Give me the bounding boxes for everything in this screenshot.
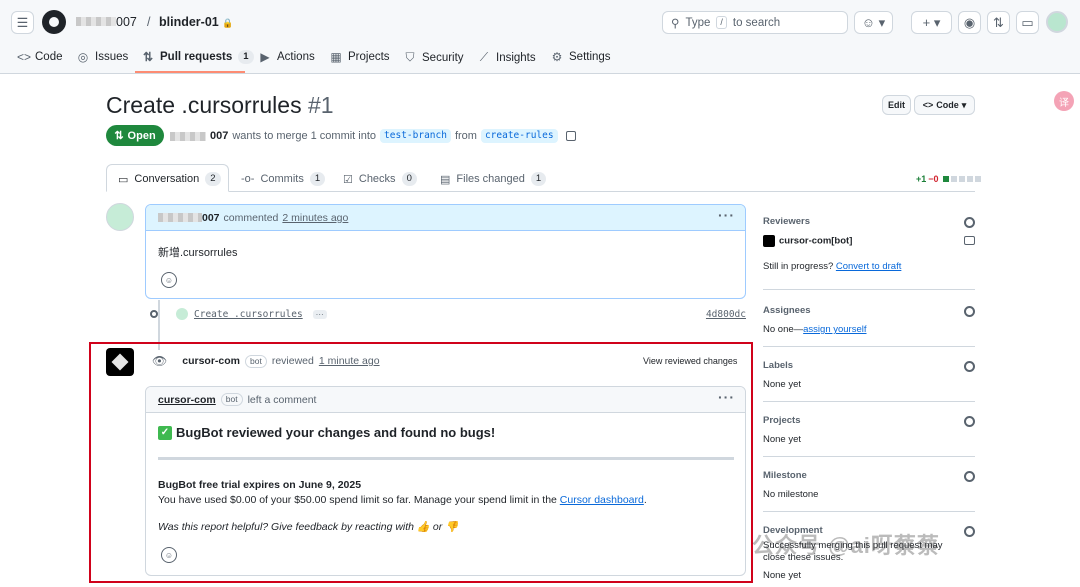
tab-issues[interactable]: ◎ Issues bbox=[77, 50, 129, 64]
convert-to-draft-link[interactable]: Convert to draft bbox=[836, 261, 901, 272]
sidebar-assignees: Assignees No one—assign yourself bbox=[763, 305, 975, 347]
commit-icon bbox=[150, 310, 158, 318]
pull-request-icon: ⇅ bbox=[142, 50, 154, 64]
issue-icon: ◉ bbox=[963, 14, 976, 30]
tab-conversation-label[interactable]: ▭ Conversation 2 bbox=[118, 172, 221, 186]
avatar[interactable] bbox=[106, 203, 134, 231]
code-icon: <> bbox=[922, 100, 934, 110]
edit-button[interactable]: Edit bbox=[882, 95, 911, 115]
author-redacted bbox=[158, 213, 202, 222]
reviewer-item[interactable]: cursor-com[bot] bbox=[763, 235, 975, 247]
gear-icon[interactable] bbox=[964, 471, 975, 482]
gear-icon[interactable] bbox=[964, 416, 975, 427]
top-header: ☰ 007 / blinder-01 🔒 ⚲ Type / to search … bbox=[0, 0, 1080, 74]
tab-actions[interactable]: ▶ Actions bbox=[259, 50, 314, 64]
breadcrumb-separator: / bbox=[147, 15, 151, 29]
file-diff-icon: ▤ bbox=[440, 173, 451, 186]
cursor-logo-icon bbox=[763, 235, 775, 247]
head-branch[interactable]: create-rules bbox=[480, 129, 558, 143]
sidebar-milestone: Milestone No milestone bbox=[763, 470, 975, 512]
repo-name[interactable]: blinder-01 🔒 bbox=[159, 15, 233, 29]
issues-button[interactable]: ◉ bbox=[958, 11, 981, 34]
pull-requests-button[interactable]: ⇅ bbox=[987, 11, 1010, 34]
sidebar-projects: Projects None yet bbox=[763, 415, 975, 457]
tab-insights[interactable]: ⟋ Insights bbox=[478, 50, 536, 65]
play-icon: ▶ bbox=[260, 50, 270, 64]
pull-request-icon: ⇅ bbox=[993, 14, 1004, 30]
repo-owner[interactable]: 007 bbox=[76, 15, 137, 29]
commit-icon: -o- bbox=[241, 173, 255, 185]
github-logo-icon[interactable] bbox=[42, 10, 66, 34]
search-input[interactable]: ⚲ Type / to search bbox=[662, 11, 848, 34]
create-new-button[interactable]: + ▾ bbox=[911, 11, 952, 34]
tab-security[interactable]: ⛉ Security bbox=[404, 50, 463, 65]
assign-yourself-link[interactable]: assign yourself bbox=[803, 324, 866, 335]
comment-icon bbox=[964, 236, 975, 245]
gear-icon[interactable] bbox=[964, 526, 975, 537]
commit-row: Create .cursorrules ··· 4d800dc bbox=[150, 307, 746, 321]
gear-icon[interactable] bbox=[964, 217, 975, 228]
active-tab-indicator bbox=[135, 71, 245, 73]
gear-icon[interactable] bbox=[964, 361, 975, 372]
commit-message-link[interactable]: Create .cursorrules bbox=[194, 309, 303, 320]
inbox-button[interactable]: ▭ bbox=[1016, 11, 1039, 34]
base-branch[interactable]: test-branch bbox=[380, 129, 451, 143]
search-icon: ⚲ bbox=[671, 17, 680, 30]
sidebar-reviewers: Reviewers cursor-com[bot] Still in progr… bbox=[763, 216, 975, 290]
shield-icon: ⛉ bbox=[405, 50, 415, 64]
code-icon: <> bbox=[17, 50, 32, 64]
inbox-icon: ▭ bbox=[1021, 14, 1034, 30]
checklist-icon: ☑ bbox=[343, 173, 353, 186]
tab-settings[interactable]: ⚙ Settings bbox=[551, 50, 611, 64]
more-options-icon[interactable]: ··· bbox=[718, 207, 735, 223]
tab-files-changed[interactable]: ▤ Files changed 1 bbox=[440, 172, 547, 186]
code-dropdown-button[interactable]: <> Code ▾ bbox=[914, 95, 975, 115]
diff-stat: +1 −0 bbox=[916, 174, 981, 184]
pull-request-icon: ⇅ bbox=[114, 130, 124, 142]
comment-time-link[interactable]: 2 minutes ago bbox=[282, 212, 348, 224]
issue-icon: ◎ bbox=[77, 50, 89, 64]
commit-sha-link[interactable]: 4d800dc bbox=[706, 309, 746, 320]
gear-icon[interactable] bbox=[964, 306, 975, 317]
comment-card: 007 commented 2 minutes ago 新增.cursorrul… bbox=[145, 204, 746, 299]
tab-projects[interactable]: ▦ Projects bbox=[330, 50, 389, 64]
watermark-text: 公众号 @ai呀蔡蔡 bbox=[752, 533, 940, 558]
menu-button[interactable]: ☰ bbox=[11, 11, 34, 34]
comment-body: 新增.cursorrules bbox=[158, 247, 238, 259]
gear-icon: ⚙ bbox=[551, 50, 563, 64]
copilot-button[interactable]: ☺ ▾ bbox=[854, 11, 893, 34]
comment-header: 007 commented 2 minutes ago bbox=[146, 205, 745, 231]
copilot-icon: ☺ ▾ bbox=[861, 14, 886, 30]
commit-expand-button[interactable]: ··· bbox=[312, 309, 327, 319]
chevron-down-icon: ▾ bbox=[961, 99, 967, 110]
graph-icon: ⟋ bbox=[479, 50, 489, 64]
tab-checks[interactable]: ☑ Checks 0 bbox=[343, 172, 417, 186]
translate-float-icon[interactable]: 译 bbox=[1054, 91, 1074, 111]
tab-commits[interactable]: -o- Commits 1 bbox=[241, 172, 326, 186]
highlight-frame bbox=[89, 342, 753, 583]
page-title: Create .cursorrules #1 bbox=[106, 92, 334, 118]
tab-code[interactable]: <> Code bbox=[17, 50, 63, 64]
tab-pull-requests[interactable]: ⇅ Pull requests 1 bbox=[142, 50, 254, 64]
user-avatar[interactable] bbox=[1046, 11, 1068, 33]
merge-summary: 007 wants to merge 1 commit into test-br… bbox=[170, 129, 576, 143]
copy-icon[interactable] bbox=[565, 131, 576, 141]
table-icon: ▦ bbox=[330, 50, 342, 64]
tabs-divider bbox=[106, 191, 975, 192]
status-badge: ⇅ Open bbox=[106, 125, 164, 146]
sidebar-labels: Labels None yet bbox=[763, 360, 975, 402]
plus-icon: + ▾ bbox=[922, 14, 941, 30]
avatar bbox=[176, 308, 188, 320]
lock-icon: 🔒 bbox=[222, 18, 234, 28]
comment-icon: ▭ bbox=[118, 173, 129, 186]
reaction-smiley-icon[interactable]: ☺ bbox=[161, 272, 177, 288]
author-redacted bbox=[170, 131, 206, 141]
